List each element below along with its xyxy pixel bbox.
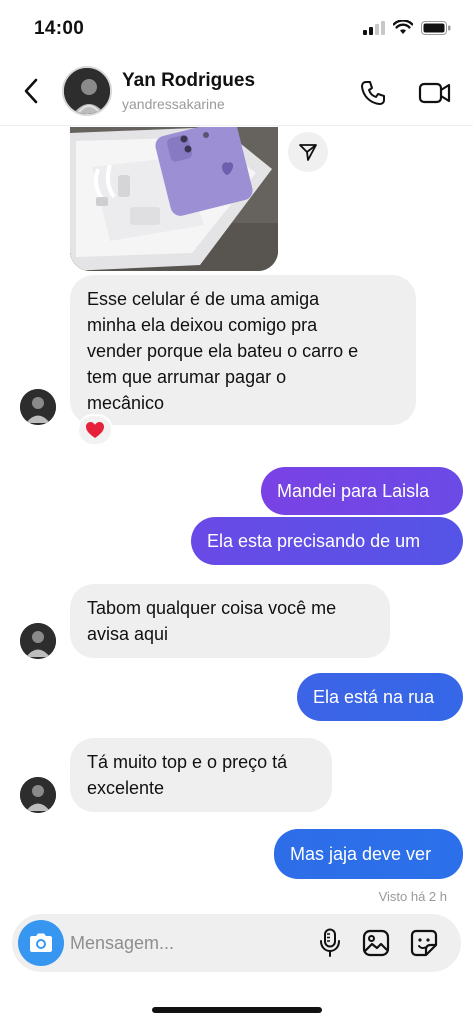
voice-message-button[interactable] — [314, 927, 346, 959]
heart-reaction[interactable] — [77, 414, 113, 446]
profile-photo — [64, 68, 110, 114]
sender-avatar[interactable] — [20, 777, 56, 813]
outgoing-message[interactable]: Mandei para Laisla — [261, 467, 463, 515]
shared-photo[interactable] — [70, 127, 278, 271]
signal-icon — [363, 20, 385, 35]
gallery-button[interactable] — [360, 927, 392, 959]
incoming-message[interactable]: Esse celular é de uma amiga minha ela de… — [70, 275, 416, 425]
heart-icon — [86, 422, 104, 438]
profile-photo — [20, 623, 56, 659]
status-time: 14:00 — [34, 18, 85, 39]
status-icons — [363, 20, 451, 35]
chat-header: Yan Rodrigues yandressakarine — [0, 56, 473, 126]
seen-status: Visto há 2 h — [378, 889, 447, 904]
incoming-message[interactable]: Tabom qualquer coisa você me avisa aqui — [70, 584, 390, 658]
camera-button[interactable] — [18, 920, 64, 966]
phone-icon — [361, 81, 385, 105]
chevron-left-icon — [24, 78, 38, 104]
message-input[interactable] — [70, 928, 300, 958]
wifi-icon — [393, 20, 413, 34]
sticker-button[interactable] — [408, 927, 440, 959]
video-camera-icon — [418, 82, 451, 104]
sender-avatar[interactable] — [20, 389, 56, 425]
header-avatar[interactable] — [62, 66, 112, 116]
voice-call-button[interactable] — [356, 76, 390, 110]
profile-photo — [20, 777, 56, 813]
microphone-icon — [320, 928, 340, 957]
contact-name[interactable]: Yan Rodrigues — [122, 70, 255, 92]
message-thread[interactable]: Esse celular é de uma amiga minha ela de… — [0, 127, 473, 914]
image-icon — [362, 929, 390, 957]
paper-plane-icon — [299, 144, 317, 161]
share-button[interactable] — [288, 132, 328, 172]
contact-username[interactable]: yandressakarine — [122, 96, 225, 112]
incoming-message[interactable]: Tá muito top e o preço tá excelente — [70, 738, 332, 812]
outgoing-message[interactable]: Ela esta precisando de um — [191, 517, 463, 565]
profile-photo — [20, 389, 56, 425]
outgoing-message[interactable]: Ela está na rua — [297, 673, 463, 721]
outgoing-message[interactable]: Mas jaja deve ver — [274, 829, 463, 879]
sticker-icon — [410, 929, 438, 957]
phone-box-image — [70, 127, 278, 271]
camera-icon — [30, 933, 52, 952]
video-call-button[interactable] — [416, 76, 454, 110]
message-composer — [12, 914, 461, 972]
sender-avatar[interactable] — [20, 623, 56, 659]
battery-icon — [421, 20, 451, 35]
back-button[interactable] — [14, 72, 48, 110]
home-indicator[interactable] — [152, 1007, 322, 1013]
status-bar: 14:00 — [0, 0, 473, 56]
